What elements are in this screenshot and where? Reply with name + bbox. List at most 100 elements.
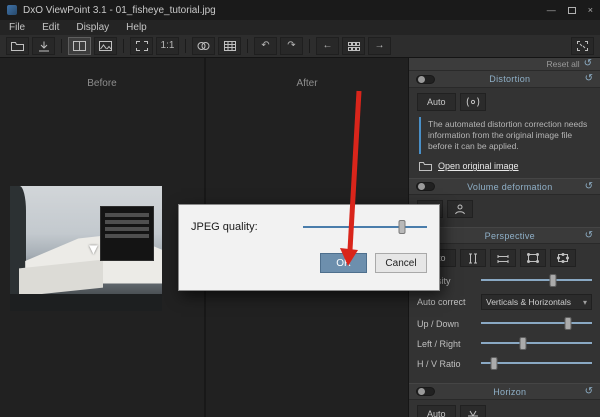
distortion-title: Distortion: [435, 74, 585, 84]
title-bar: DxO ViewPoint 3.1 - 01_fisheye_tutorial.…: [0, 0, 600, 20]
photo-down-arrow-icon: ▼: [86, 241, 101, 258]
open-image-button[interactable]: [6, 37, 29, 55]
hv-ratio-label: H / V Ratio: [417, 359, 481, 369]
distortion-auto-button[interactable]: Auto: [417, 93, 456, 111]
next-image-button[interactable]: →: [368, 37, 391, 55]
distortion-header: Distortion ↺: [409, 71, 600, 88]
horizon-level-button[interactable]: [460, 405, 486, 417]
volume-portrait-button[interactable]: [447, 200, 473, 218]
toolbar: 1:1 ↶ ↷ ← →: [0, 35, 600, 58]
auto-correct-label: Auto correct: [417, 297, 481, 307]
export-icon: [38, 41, 50, 52]
rectangle-tool-button[interactable]: [520, 249, 546, 267]
app-window: DxO ViewPoint 3.1 - 01_fisheye_tutorial.…: [0, 0, 600, 417]
perspective-reset-icon[interactable]: ↺: [585, 231, 593, 241]
after-label: After: [206, 78, 408, 89]
menu-file[interactable]: File: [9, 22, 25, 33]
before-label: Before: [0, 78, 204, 89]
before-pane: Before ▼: [0, 58, 204, 417]
toolbar-separator: [61, 39, 62, 53]
portrait-icon: [454, 203, 466, 215]
horizon-auto-button[interactable]: Auto: [417, 405, 456, 417]
menu-edit[interactable]: Edit: [42, 22, 59, 33]
export-button[interactable]: [32, 37, 55, 55]
toolbar-separator: [123, 39, 124, 53]
intensity-slider[interactable]: [481, 274, 592, 287]
toolbar-separator: [247, 39, 248, 53]
fullscreen-expand-icon: [577, 41, 588, 51]
maximize-button[interactable]: [568, 7, 576, 14]
split-view-icon: [73, 41, 86, 51]
thumbnails-grid-icon: [348, 42, 360, 51]
split-compare-button[interactable]: [68, 37, 91, 55]
distortion-reset-icon[interactable]: ↺: [585, 74, 593, 84]
jpeg-quality-dialog: JPEG quality: OK Cancel: [178, 204, 440, 291]
actual-size-button[interactable]: 1:1: [156, 37, 179, 55]
open-original-image-link[interactable]: Open original image: [438, 161, 519, 171]
up-down-label: Up / Down: [417, 319, 481, 329]
force-vertical-parallels-button[interactable]: [460, 249, 486, 267]
eight-points-icon: [557, 253, 569, 263]
image-icon: [99, 41, 112, 51]
photo-ground: [10, 294, 162, 312]
horizon-header: Horizon ↺: [409, 383, 600, 400]
window-title: DxO ViewPoint 3.1 - 01_fisheye_tutorial.…: [23, 5, 216, 16]
fisheye-correction-button[interactable]: [460, 93, 486, 111]
volume-header: Volume deformation ↺: [409, 178, 600, 195]
distortion-info-text: The automated distortion correction need…: [419, 117, 592, 154]
fit-screen-icon: [136, 41, 148, 51]
rotate-right-button[interactable]: ↷: [280, 37, 303, 55]
reset-all-icon[interactable]: ↺: [584, 59, 592, 69]
perspective-title: Perspective: [435, 231, 585, 241]
volume-toggle[interactable]: [416, 182, 435, 191]
fisheye-icon: [466, 97, 480, 107]
prev-image-button[interactable]: ←: [316, 37, 339, 55]
auto-correct-dropdown[interactable]: Verticals & Horizontals ▾: [481, 294, 592, 310]
grid-button[interactable]: [218, 37, 241, 55]
jpeg-quality-label: JPEG quality:: [191, 221, 303, 233]
rotate-left-button[interactable]: ↶: [254, 37, 277, 55]
toolbar-separator: [309, 39, 310, 53]
reset-all-bar: Reset all ↺: [409, 58, 600, 71]
open-folder-icon: [11, 41, 24, 51]
toolbar-separator: [185, 39, 186, 53]
app-icon: [7, 5, 17, 15]
chevron-down-icon: ▾: [583, 298, 587, 307]
overlay-blend-button[interactable]: [192, 37, 215, 55]
up-down-slider[interactable]: [481, 317, 592, 330]
distortion-toggle[interactable]: [416, 75, 435, 84]
hv-ratio-slider[interactable]: [481, 357, 592, 370]
volume-title: Volume deformation: [435, 182, 585, 192]
fit-screen-button[interactable]: [130, 37, 153, 55]
fullscreen-button[interactable]: [571, 37, 594, 55]
jpeg-quality-slider[interactable]: [303, 220, 427, 234]
left-right-label: Left / Right: [417, 339, 481, 349]
rectangle-icon: [527, 253, 539, 263]
photo-inset-panel: [100, 206, 155, 261]
vertical-parallels-icon: [467, 253, 479, 264]
horizon-title: Horizon: [435, 387, 585, 397]
level-icon: [467, 409, 479, 417]
force-horizontal-parallels-button[interactable]: [490, 249, 516, 267]
cancel-button[interactable]: Cancel: [375, 253, 427, 273]
menu-bar: File Edit Display Help: [0, 20, 600, 35]
open-folder-icon: [419, 161, 432, 171]
eight-points-tool-button[interactable]: [550, 249, 576, 267]
ok-button[interactable]: OK: [320, 253, 367, 273]
horizontal-parallels-icon: [497, 253, 509, 264]
volume-reset-icon[interactable]: ↺: [585, 182, 593, 192]
blend-circles-icon: [197, 41, 210, 51]
single-view-button[interactable]: [94, 37, 117, 55]
auto-correct-value: Verticals & Horizontals: [486, 297, 580, 307]
minimize-button[interactable]: —: [547, 5, 556, 15]
left-right-slider[interactable]: [481, 337, 592, 350]
menu-display[interactable]: Display: [76, 22, 109, 33]
grid-icon: [224, 41, 236, 51]
horizon-reset-icon[interactable]: ↺: [585, 387, 593, 397]
before-photo-thumbnail[interactable]: ▼: [10, 186, 162, 311]
thumbnails-button[interactable]: [342, 37, 365, 55]
horizon-toggle[interactable]: [416, 387, 435, 396]
reset-all-label[interactable]: Reset all: [547, 59, 580, 69]
menu-help[interactable]: Help: [126, 22, 147, 33]
close-button[interactable]: ×: [588, 5, 593, 15]
